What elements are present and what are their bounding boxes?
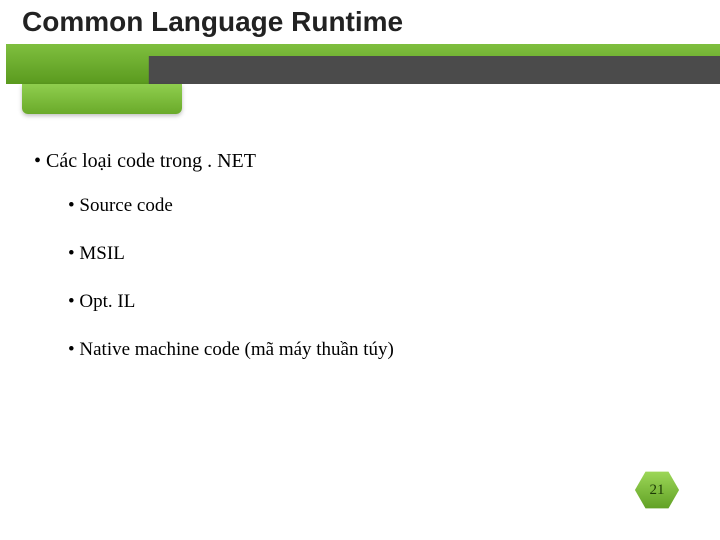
page-number: 21	[650, 482, 665, 499]
page-number-badge: 21	[634, 470, 680, 510]
bullet-item: Source code	[68, 195, 680, 217]
slide-body: Các loại code trong . NET Source code MS…	[34, 150, 680, 387]
bullet-item: MSIL	[68, 243, 680, 265]
slide: Common Language Runtime Các loại code tr…	[0, 0, 720, 540]
slide-header: Common Language Runtime	[0, 0, 720, 84]
hexagon-icon: 21	[634, 470, 680, 510]
header-tab	[22, 84, 182, 114]
bullet-item: Native machine code (mã máy thuần túy)	[68, 339, 680, 361]
slide-title: Common Language Runtime	[22, 6, 403, 38]
bullet-main: Các loại code trong . NET	[34, 150, 680, 173]
bullet-item: Opt. IL	[68, 291, 680, 313]
